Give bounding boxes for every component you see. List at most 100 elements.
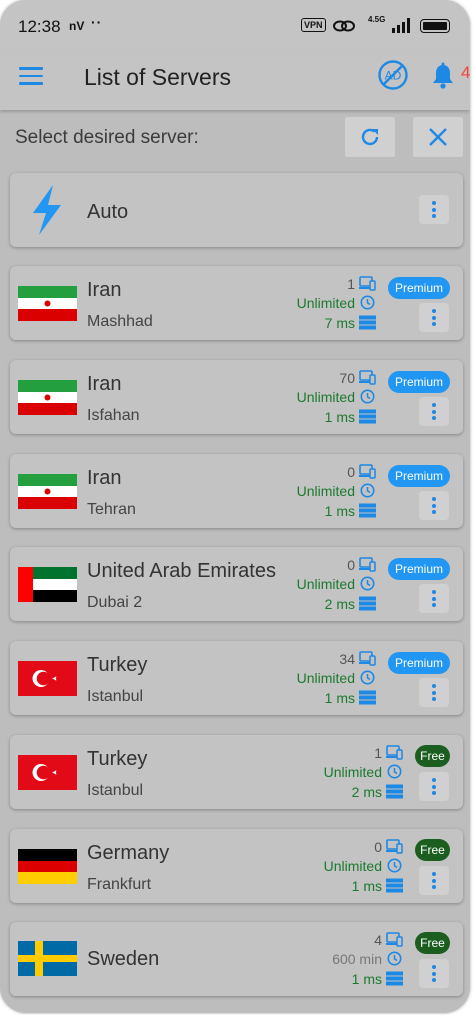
status-bar: 12:38 nV ·· VPN 4.5G	[0, 0, 470, 52]
flag-germany-icon	[18, 849, 77, 884]
flag-sweden-icon	[18, 941, 77, 976]
lightning-icon	[33, 185, 61, 235]
server-card[interactable]: Germany Frankfurt 0 Unlimited 1 ms Free	[10, 829, 463, 903]
server-card[interactable]: United Arab Emirates Dubai 2 0 Unlimited 2 m…	[10, 547, 463, 621]
flag-iran-icon	[18, 286, 77, 321]
network-type: 4.5G	[368, 15, 386, 24]
server-time-limit: Unlimited	[296, 670, 355, 686]
flag-iran-icon	[18, 380, 77, 415]
server-city: Frankfurt	[87, 876, 152, 893]
server-time-limit: Unlimited	[296, 576, 355, 592]
server-users: 0	[374, 839, 382, 855]
server-time-limit: Unlimited	[296, 483, 355, 499]
devices-icon	[359, 464, 376, 479]
clock-icon	[360, 576, 375, 591]
server-icon	[359, 596, 376, 611]
server-icon	[359, 409, 376, 424]
devices-icon	[386, 745, 403, 760]
premium-badge: Premium	[388, 465, 450, 487]
devices-icon	[386, 932, 403, 947]
notification-bell-icon[interactable]	[430, 62, 456, 90]
premium-badge: Premium	[388, 652, 450, 674]
status-carrier: nV	[69, 19, 85, 33]
more-options-button[interactable]	[419, 195, 449, 224]
free-badge: Free	[415, 745, 450, 767]
premium-badge: Premium	[388, 371, 450, 393]
no-ads-icon[interactable]: AD	[377, 59, 409, 91]
premium-badge: Premium	[388, 277, 450, 299]
server-card[interactable]: Iran Isfahan 70 Unlimited 1 ms Premium	[10, 360, 463, 434]
more-options-button[interactable]	[419, 397, 449, 426]
server-users: 4	[374, 932, 382, 948]
refresh-button[interactable]	[345, 117, 395, 157]
server-card-auto[interactable]: Auto	[10, 173, 463, 247]
server-country: Germany	[87, 842, 170, 864]
notification-count: 4	[461, 63, 470, 82]
server-city: Tehran	[87, 501, 136, 518]
server-users: 1	[347, 276, 355, 292]
server-users: 34	[339, 651, 355, 667]
clock-icon	[360, 483, 375, 498]
free-badge: Free	[415, 839, 450, 861]
server-icon	[359, 690, 376, 705]
close-icon	[429, 128, 447, 146]
more-options-button[interactable]	[419, 491, 449, 520]
server-card[interactable]: Iran Tehran 0 Unlimited 1 ms Premium	[10, 454, 463, 528]
devices-icon	[359, 370, 376, 385]
server-icon	[359, 503, 376, 518]
flag-turkey-icon	[18, 755, 77, 790]
server-time-limit: Unlimited	[296, 295, 355, 311]
flag-uae-icon	[18, 567, 77, 602]
page-title: List of Servers	[84, 64, 231, 90]
server-city: Dubai 2	[87, 594, 143, 611]
more-options-button[interactable]	[419, 303, 449, 332]
status-time: 12:38	[18, 17, 61, 36]
server-time-limit: Unlimited	[323, 858, 382, 874]
server-ping: 1 ms	[351, 878, 382, 894]
server-ping: 7 ms	[324, 315, 355, 331]
server-users: 1	[374, 745, 382, 761]
server-icon	[359, 315, 376, 330]
select-server-label: Select desired server:	[15, 127, 199, 148]
server-city: Mashhad	[87, 313, 153, 330]
more-options-button[interactable]	[419, 678, 449, 707]
clock-icon	[387, 951, 402, 966]
free-badge: Free	[415, 932, 450, 954]
more-options-button[interactable]	[419, 866, 449, 895]
server-card[interactable]: Sweden 4 600 min 1 ms Free	[10, 922, 463, 996]
server-country: Iran	[87, 279, 122, 301]
status-dots: ··	[91, 14, 103, 30]
server-city: Isfahan	[87, 407, 140, 424]
server-country: United Arab Emirates	[87, 560, 276, 582]
refresh-icon	[361, 128, 379, 146]
hotspot-link-icon	[333, 20, 355, 32]
server-ping: 1 ms	[324, 503, 355, 519]
more-options-button[interactable]	[419, 584, 449, 613]
server-card[interactable]: Turkey Istanbul 1 Unlimited 2 ms Free	[10, 735, 463, 809]
server-card[interactable]: Iran Mashhad 1 Unlimited 7 ms Premium	[10, 266, 463, 340]
signal-icon	[392, 18, 410, 33]
clock-icon	[360, 295, 375, 310]
server-ping: 1 ms	[351, 971, 382, 987]
more-options-button[interactable]	[419, 959, 449, 988]
server-ping: 1 ms	[324, 409, 355, 425]
server-country: Sweden	[87, 948, 160, 970]
clock-icon	[360, 670, 375, 685]
menu-icon[interactable]	[19, 67, 43, 87]
server-city: Istanbul	[87, 688, 144, 705]
server-city: Istanbul	[87, 782, 144, 799]
devices-icon	[386, 839, 403, 854]
server-card[interactable]: Turkey Istanbul 34 Unlimited 1 ms Premium	[10, 641, 463, 715]
clock-icon	[387, 858, 402, 873]
server-ping: 1 ms	[324, 690, 355, 706]
flag-iran-icon	[18, 474, 77, 509]
server-icon	[386, 971, 403, 986]
clock-icon	[387, 764, 402, 779]
premium-badge: Premium	[388, 558, 450, 580]
server-time-limit: 600 min	[332, 951, 382, 967]
app-bar: List of Servers AD 4	[0, 52, 470, 110]
close-button[interactable]	[413, 117, 463, 157]
server-country: Turkey	[87, 654, 148, 676]
more-options-button[interactable]	[419, 772, 449, 801]
phone-screen: 12:38 nV ·· VPN 4.5G List of Servers AD	[0, 0, 470, 1013]
